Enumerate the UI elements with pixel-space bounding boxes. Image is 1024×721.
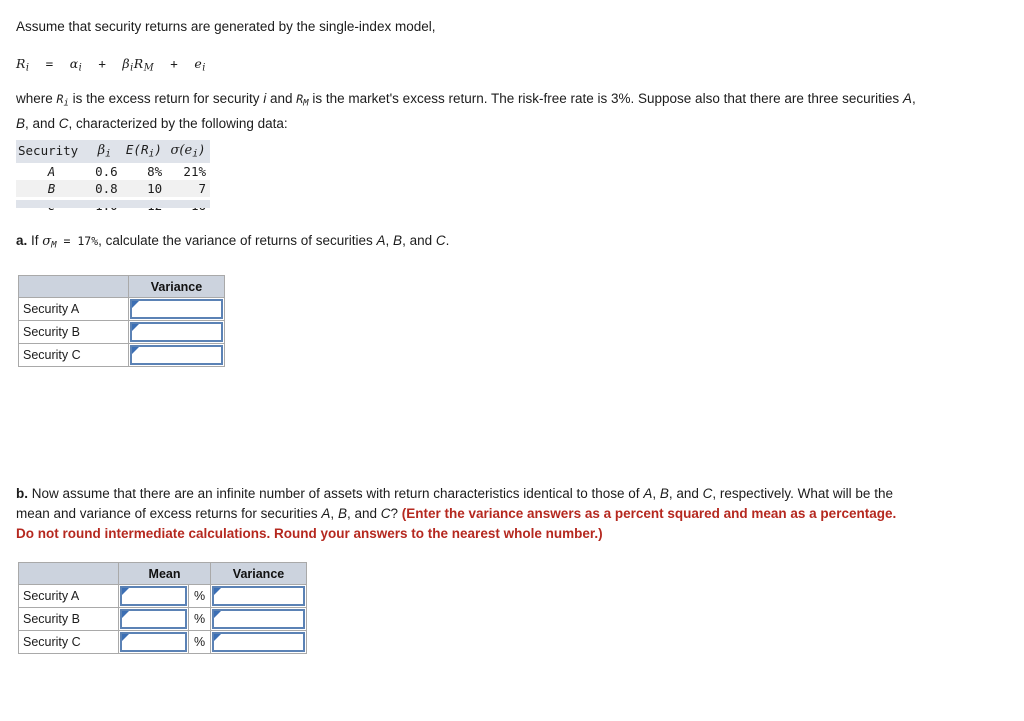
table-row: Security A %: [18, 584, 308, 608]
part-b-security-b2: B: [337, 506, 347, 521]
row-label-security-c: Security C: [18, 343, 129, 367]
col-header-residual-sigma: σ(ei): [166, 140, 210, 163]
table-row: Security A: [18, 297, 225, 321]
table-row: Security C: [18, 343, 225, 367]
col-header-beta: βi: [86, 140, 122, 163]
where-text-part1: where: [16, 91, 57, 106]
part-b-label: b.: [16, 486, 28, 501]
part-b-security-a2: A: [321, 506, 331, 521]
variance-table-header-row: Variance: [18, 275, 225, 298]
part-a-text-after: , calculate the variance of returns of s…: [98, 233, 377, 248]
variance-table-blank-header: [18, 275, 129, 298]
question-page: Assume that security returns are generat…: [0, 0, 1024, 721]
table-row: Security B: [18, 320, 225, 344]
security-b-ref: B: [16, 115, 26, 131]
variance2-input-cell-a[interactable]: [210, 584, 308, 608]
part-b-sentence-1: Now assume that there are an infinite nu…: [28, 486, 644, 501]
where-text-part5: , characterized by the following data:: [68, 115, 288, 131]
security-a-ref: A: [902, 91, 912, 106]
part-b-security-b: B: [659, 486, 669, 501]
table-row: Security B %: [18, 607, 308, 631]
mean-input-security-a[interactable]: [120, 586, 187, 606]
given-data-header-row: Security βi E(Ri) σ(ei): [16, 140, 210, 163]
cell-expected-return: 8%: [147, 163, 163, 179]
mean-variance-table-header-row: Mean Variance: [18, 562, 308, 585]
mean-input-security-c[interactable]: [120, 632, 187, 652]
variance-input-cell-a[interactable]: [128, 297, 225, 321]
security-c-ref: C: [58, 115, 69, 131]
variance-input-security-a[interactable]: [130, 299, 223, 319]
mean-input-security-b[interactable]: [120, 609, 187, 629]
col-header-security: Security: [16, 140, 87, 163]
part-a-security-a: A: [376, 233, 386, 248]
mv-table-header-variance: Variance: [210, 562, 308, 585]
cell-residual-sigma: 7: [166, 179, 210, 197]
variance-input-cell-b[interactable]: [128, 320, 225, 344]
variance-input-security-c[interactable]: [130, 345, 223, 365]
where-paragraph: where Ri is the excess return for securi…: [16, 91, 916, 131]
where-text-part2: is the excess return for security: [68, 91, 264, 106]
part-b-prompt: b. Now assume that there are an infinite…: [16, 486, 897, 541]
mv-row-label-security-b: Security B: [18, 607, 119, 631]
cell-security: A: [47, 163, 56, 179]
cell-beta: 0.8: [86, 179, 122, 197]
variance2-input-security-c[interactable]: [212, 632, 306, 652]
part-a-security-c: C: [435, 233, 446, 248]
variance-input-security-b[interactable]: [130, 322, 223, 342]
given-data-row: B 0.8 10 7: [16, 179, 210, 197]
part-a-equals: =: [56, 234, 78, 248]
mean-input-cell-b[interactable]: [118, 607, 189, 631]
mv-row-label-security-a: Security A: [18, 584, 119, 608]
given-data-table-footer-bar: [16, 200, 210, 208]
mean-unit-security-c: %: [187, 630, 212, 654]
part-a-sigma-value: 17%: [77, 234, 99, 248]
mean-variance-answer-table: Mean Variance Security A % Security B % …: [18, 562, 308, 654]
part-a-text-before: If: [27, 233, 43, 248]
variance-input-cell-c[interactable]: [128, 343, 225, 367]
cell-beta: 0.6: [95, 163, 118, 179]
cell-security: B: [16, 179, 87, 197]
mean-unit-security-a: %: [187, 584, 212, 608]
variable-sigma-m: σM: [42, 234, 57, 251]
variable-rm: RM: [296, 92, 309, 109]
part-a-security-b: B: [393, 233, 403, 248]
col-header-expected-return: E(Ri): [121, 140, 167, 163]
mv-row-label-security-c: Security C: [18, 630, 119, 654]
variable-ri: Ri: [56, 92, 69, 109]
variance2-input-security-b[interactable]: [212, 609, 306, 629]
cell-residual-sigma: 21%: [183, 163, 206, 179]
mv-table-header-mean: Mean: [117, 562, 212, 585]
row-label-security-a: Security A: [18, 297, 129, 321]
row-label-security-b: Security B: [18, 320, 129, 344]
cell-expected-return: 10: [121, 179, 167, 197]
variance2-input-cell-b[interactable]: [210, 607, 308, 631]
where-text-part3: and: [266, 91, 297, 106]
variance2-input-cell-c[interactable]: [210, 630, 308, 654]
mean-unit-security-b: %: [187, 607, 212, 631]
part-a-label: a.: [16, 233, 28, 248]
variance2-input-security-a[interactable]: [212, 586, 306, 606]
mean-input-cell-a[interactable]: [118, 584, 189, 608]
mean-input-cell-c[interactable]: [118, 630, 189, 654]
part-a-prompt: a. If σM = 17%, calculate the variance o…: [16, 233, 450, 251]
variance-table-header-variance: Variance: [128, 275, 225, 298]
single-index-model-equation: Ri = αi + βiRM + ei: [16, 56, 206, 74]
part-b-security-a: A: [643, 486, 653, 501]
variance-answer-table: Variance Security A Security B Security …: [18, 275, 225, 367]
intro-sentence: Assume that security returns are generat…: [16, 19, 436, 34]
where-text-part4: is the market's excess return. The risk-…: [308, 91, 903, 106]
table-row: Security C %: [18, 630, 308, 654]
given-data-row: A 0.6 8% 21%: [16, 163, 210, 180]
part-b-question-mark: ?: [390, 506, 402, 521]
part-a-period: .: [445, 233, 450, 248]
mv-table-blank-header: [18, 562, 119, 585]
part-b-security-c: C: [702, 486, 713, 501]
